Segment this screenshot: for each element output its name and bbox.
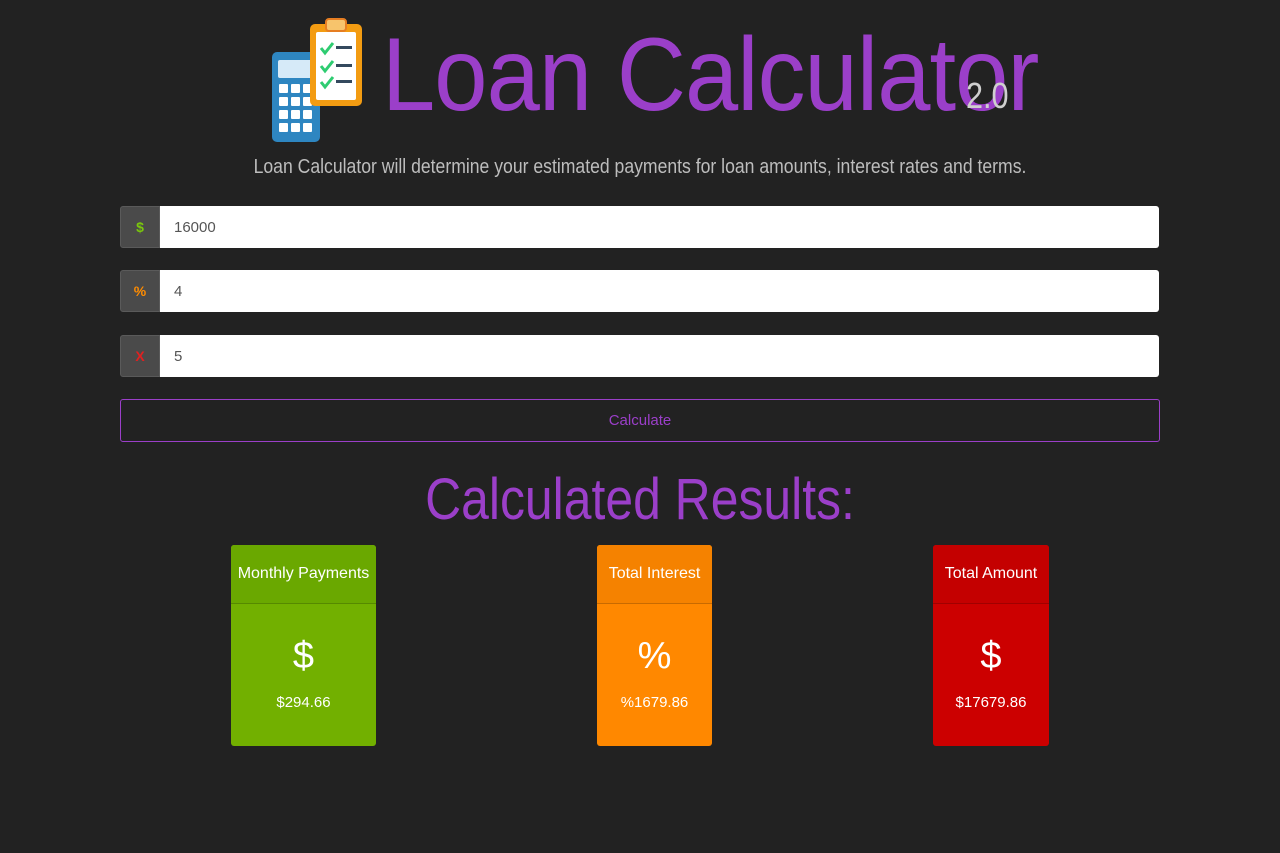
monthly-payments-card: Monthly Payments $ $294.66 [231, 545, 376, 746]
calculator-clipboard-icon [272, 18, 362, 142]
total-interest-card: Total Interest % %1679.86 [597, 545, 712, 746]
total-amount-card: Total Amount $ $17679.86 [933, 545, 1049, 746]
calculate-button[interactable]: Calculate [120, 399, 1160, 442]
header: Loan Calculator 2.0 [0, 18, 1280, 146]
interest-rate-group: % [120, 270, 1159, 312]
percent-icon: % [637, 635, 672, 677]
page-title: Loan Calculator [382, 17, 1039, 133]
interest-rate-input[interactable] [160, 270, 1159, 312]
card-value: $294.66 [276, 694, 331, 711]
page-subtitle: Loan Calculator will determine your esti… [253, 156, 1027, 178]
loan-term-input[interactable] [160, 335, 1159, 377]
loan-term-group: X [120, 335, 1159, 377]
dollar-icon: $ [292, 635, 315, 677]
version-label: 2.0 [966, 75, 1009, 116]
loan-amount-input[interactable] [160, 206, 1159, 248]
card-label: Total Amount [933, 545, 1049, 604]
card-value: $17679.86 [955, 694, 1027, 711]
dollar-icon: $ [120, 206, 160, 248]
card-value: %1679.86 [620, 694, 689, 711]
dollar-icon: $ [980, 635, 1002, 677]
loan-calculator-page: Loan Calculator 2.0 Loan Calculator will… [0, 0, 1280, 853]
card-label: Monthly Payments [231, 545, 376, 604]
loan-amount-group: $ [120, 206, 1159, 248]
results-title: Calculated Results: [425, 467, 855, 532]
times-icon: X [120, 335, 160, 377]
card-label: Total Interest [597, 545, 712, 604]
percent-icon: % [120, 270, 160, 312]
